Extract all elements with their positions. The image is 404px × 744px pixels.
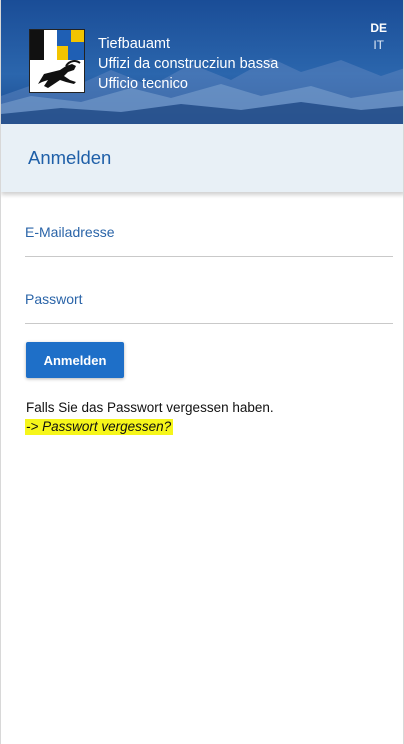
title-bar: Anmelden xyxy=(1,124,403,192)
login-page: Tiefbauamt Uffizi da construcziun bassa … xyxy=(0,0,404,744)
password-field[interactable]: Passwort xyxy=(25,291,397,324)
password-input[interactable] xyxy=(25,291,397,323)
email-field[interactable]: E-Mailadresse xyxy=(25,224,397,257)
department-name-rm: Uffizi da construcziun bassa xyxy=(98,56,279,72)
page-title: Anmelden xyxy=(28,147,112,168)
department-name-it: Ufficio tecnico xyxy=(98,76,188,92)
header-banner: Tiefbauamt Uffizi da construcziun bassa … xyxy=(1,0,403,124)
language-switcher: DE IT xyxy=(370,20,387,54)
email-input[interactable] xyxy=(25,224,397,256)
department-names: Tiefbauamt Uffizi da construcziun bassa … xyxy=(98,34,278,94)
language-it[interactable]: IT xyxy=(370,37,387,54)
language-de[interactable]: DE xyxy=(370,20,387,37)
forgot-password-hint: Falls Sie das Passwort vergessen haben. xyxy=(26,400,274,415)
department-name-de: Tiefbauamt xyxy=(98,36,170,52)
login-button[interactable]: Anmelden xyxy=(26,342,124,378)
forgot-password-link[interactable]: -> Passwort vergessen? xyxy=(25,419,174,435)
graubuenden-coat-of-arms-logo xyxy=(29,29,85,93)
